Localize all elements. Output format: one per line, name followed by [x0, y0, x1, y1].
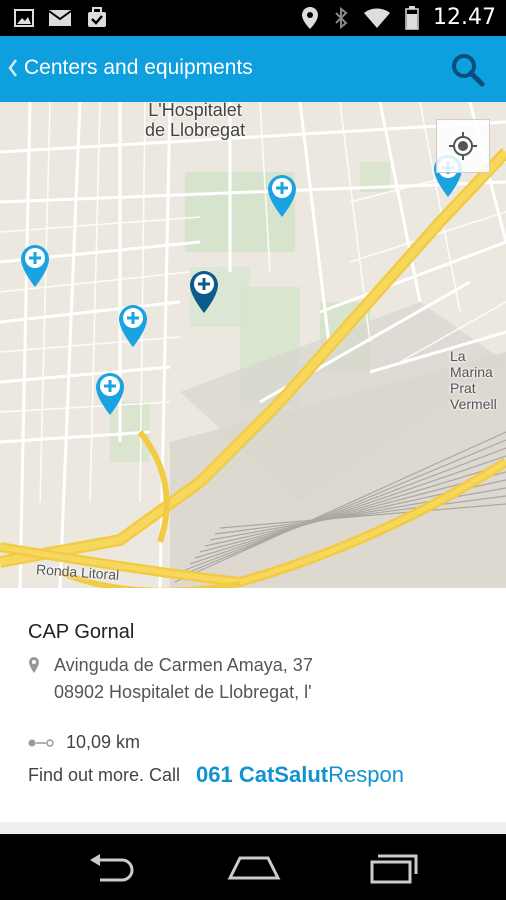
home-icon[interactable] — [226, 852, 282, 882]
status-bar: 12.47 — [0, 0, 506, 36]
map-view[interactable]: L'Hospitalet de Llobregat La Marina Prat… — [0, 102, 506, 588]
map-label-area: La Marina Prat Vermell — [450, 348, 497, 412]
map-marker[interactable] — [267, 174, 297, 218]
battery-icon — [405, 5, 419, 30]
clock: 12.47 — [433, 5, 496, 30]
action-bar: Centers and equipments — [0, 36, 506, 102]
briefcase-icon — [88, 7, 106, 27]
wifi-icon — [364, 8, 391, 28]
location-icon — [302, 6, 319, 29]
location-pin-icon — [29, 657, 39, 673]
page-title[interactable]: Centers and equipments — [24, 56, 253, 80]
map-marker-selected[interactable] — [189, 270, 219, 314]
gmail-icon — [48, 10, 72, 26]
map-marker[interactable] — [95, 372, 125, 416]
address-line-1: Avinguda de Carmen Amaya, 37 — [54, 655, 313, 675]
bluetooth-icon — [335, 6, 348, 29]
panel-divider — [0, 822, 506, 834]
search-icon[interactable] — [450, 52, 486, 88]
crosshair-icon — [449, 132, 477, 160]
center-name: CAP Gornal — [28, 621, 135, 643]
brand-number: 061 — [196, 762, 233, 787]
map-canvas[interactable] — [0, 102, 506, 588]
catsalut-respon-link[interactable]: 061 CatSalutRespon — [196, 762, 404, 788]
brand-rest: Respon — [328, 762, 404, 787]
more-info-text: Find out more. Call — [28, 765, 181, 785]
distance-icon — [28, 739, 54, 747]
image-icon — [14, 9, 34, 27]
brand-bold: CatSalut — [238, 762, 329, 787]
address-line-2: 08902 Hospitalet de Llobregat, l' — [54, 682, 312, 702]
navigation-bar — [0, 834, 506, 900]
recents-icon[interactable] — [368, 852, 420, 884]
map-label-city: L'Hospitalet de Llobregat — [145, 102, 246, 140]
back-icon[interactable] — [86, 852, 138, 884]
chevron-left-icon[interactable] — [6, 57, 20, 79]
map-marker[interactable] — [20, 244, 50, 288]
my-location-button[interactable] — [436, 119, 490, 173]
distance-value: 10,09 km — [66, 732, 141, 752]
map-marker[interactable] — [118, 304, 148, 348]
center-details[interactable]: CAP Gornal Avinguda de Carmen Amaya, 37 … — [0, 588, 506, 822]
